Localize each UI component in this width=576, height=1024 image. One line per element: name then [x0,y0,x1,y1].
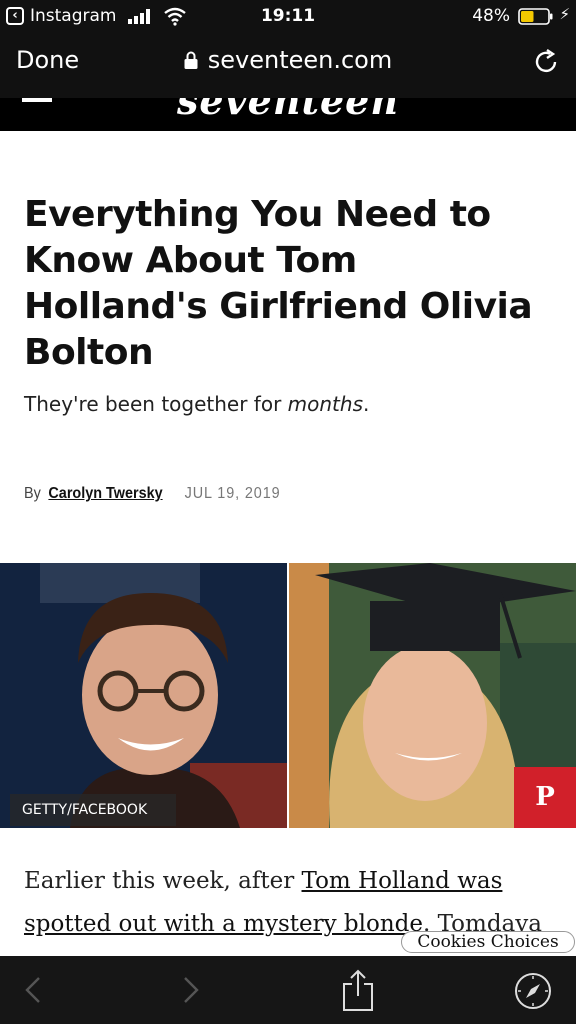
article-dek: They're been together for months. [24,392,370,416]
body-text-start: Earlier this week, after [24,868,302,894]
reload-icon[interactable] [534,48,560,76]
publish-date: JUL 19, 2019 [184,485,281,502]
safari-compass-icon[interactable] [514,972,552,1010]
site-logo[interactable]: seventeen [0,98,576,123]
site-header: seventeen [0,98,576,131]
share-icon[interactable] [340,968,376,1012]
url-text: seventeen.com [207,46,393,74]
battery-percentage: 48% [472,6,510,26]
address-bar[interactable]: seventeen.com [0,46,576,74]
cookies-choices-button[interactable]: Cookies Choices [401,931,575,953]
lock-icon [184,51,198,69]
dek-emphasis: months [287,392,363,416]
status-bar: ‹ Instagram 19:11 48% ⚡ [0,0,576,34]
battery-icon [518,8,553,25]
image-credit: GETTY/FACEBOOK [10,794,176,826]
byline-prefix: By [24,485,41,502]
article-headline: Everything You Need to Know About Tom Ho… [24,194,533,373]
charging-bolt-icon: ⚡ [559,5,570,23]
hero-image [0,563,576,828]
browser-top-bar: Done seventeen.com [0,34,576,98]
byline: By Carolyn Twersky JUL 19, 2019 [24,485,281,503]
forward-arrow-icon[interactable] [178,976,202,1004]
pinterest-save-button[interactable]: P [514,767,576,828]
browser-toolbar [0,956,576,1024]
back-arrow-icon[interactable] [22,976,46,1004]
author-link[interactable]: Carolyn Twersky [48,485,162,502]
